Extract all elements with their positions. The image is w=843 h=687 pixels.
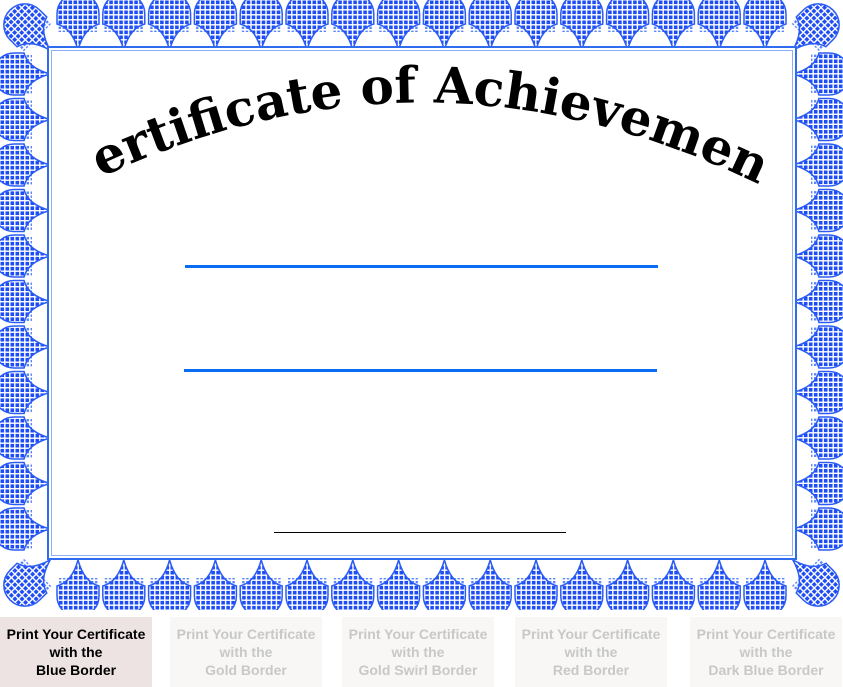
border-tile <box>193 0 238 51</box>
print-blue-border-button[interactable]: Print Your Certificate with the Blue Bor… <box>0 617 152 687</box>
border-tile <box>331 0 375 51</box>
border-tile <box>376 0 421 51</box>
border-tile <box>743 559 787 610</box>
border-tile <box>792 97 843 142</box>
border-tile <box>285 559 329 610</box>
border-tile <box>792 188 843 233</box>
border-tile <box>0 325 51 369</box>
border-tile <box>792 370 843 415</box>
border-tile <box>560 0 604 51</box>
print-gold-swirl-border-button[interactable]: Print Your Certificate with the Gold Swi… <box>342 617 494 687</box>
button-line2: with the <box>739 644 793 660</box>
border-tile <box>102 559 146 610</box>
button-line1: Print Your Certificate <box>696 626 836 642</box>
border-tile <box>331 559 375 610</box>
border-tile <box>285 0 329 51</box>
border-tile <box>792 461 843 506</box>
button-line2: with the <box>391 644 445 660</box>
button-line1: Print Your Certificate <box>521 626 661 642</box>
border-tile <box>0 52 51 96</box>
button-line1: Print Your Certificate <box>176 626 316 642</box>
border-tile <box>376 559 421 610</box>
border-tile <box>0 461 51 506</box>
button-line2: with the <box>564 644 618 660</box>
border-tile <box>792 234 843 278</box>
button-line1: Print Your Certificate <box>348 626 488 642</box>
border-tile <box>605 0 650 51</box>
svg-text:Certificate of Achievement: Certificate of Achievement <box>60 60 779 195</box>
achievement-line <box>184 369 657 372</box>
button-line2: with the <box>219 644 273 660</box>
button-line2: with the <box>49 644 103 660</box>
button-line3: Gold Border <box>205 662 287 678</box>
button-line3: Blue Border <box>35 662 117 678</box>
print-red-border-button[interactable]: Print Your Certificate with the Red Bord… <box>515 617 667 687</box>
border-tile <box>0 416 51 460</box>
border-tile <box>0 188 51 233</box>
border-right-tiles <box>792 52 843 551</box>
border-tile <box>422 559 467 610</box>
border-tile <box>56 0 100 51</box>
border-tile <box>651 559 696 610</box>
border-tile <box>0 507 51 551</box>
border-tile <box>468 559 512 610</box>
border-tile <box>422 0 467 51</box>
border-tile <box>792 52 843 96</box>
button-line1: Print Your Certificate <box>6 626 146 642</box>
border-tile <box>147 559 192 610</box>
border-tile <box>514 0 558 51</box>
signature-line <box>274 532 566 533</box>
border-tile <box>239 559 283 610</box>
border-tile <box>697 0 741 51</box>
recipient-name-line <box>185 265 658 268</box>
border-tile <box>792 507 843 551</box>
border-tile <box>792 416 843 460</box>
border-left-tiles <box>0 52 51 551</box>
border-tile <box>0 234 51 278</box>
certificate-title-text: Certificate of Achievement <box>60 60 779 195</box>
border-tile <box>651 0 696 51</box>
border-tile <box>514 559 558 610</box>
border-tile <box>605 559 650 610</box>
border-tile <box>0 97 51 142</box>
border-tile <box>193 559 238 610</box>
border-tile <box>697 559 741 610</box>
border-tile <box>792 325 843 369</box>
border-tile <box>56 559 100 610</box>
border-tile <box>0 143 51 187</box>
button-line3: Red Border <box>552 662 630 678</box>
border-tile <box>102 0 146 51</box>
border-tile <box>743 0 787 51</box>
border-tile <box>468 0 512 51</box>
button-line3: Dark Blue Border <box>708 662 824 678</box>
border-tile <box>792 143 843 187</box>
button-line3: Gold Swirl Border <box>358 662 478 678</box>
certificate-title: Certificate of Achievement <box>60 60 779 195</box>
border-tile <box>560 559 604 610</box>
border-tile <box>0 279 51 324</box>
border-bottom-tiles <box>56 559 787 610</box>
border-tile <box>0 370 51 415</box>
border-tile <box>147 0 192 51</box>
border-tile <box>792 279 843 324</box>
border-tile <box>239 0 283 51</box>
print-gold-border-button[interactable]: Print Your Certificate with the Gold Bor… <box>170 617 322 687</box>
border-top-tiles <box>56 0 787 51</box>
print-dark-blue-border-button[interactable]: Print Your Certificate with the Dark Blu… <box>690 617 842 687</box>
